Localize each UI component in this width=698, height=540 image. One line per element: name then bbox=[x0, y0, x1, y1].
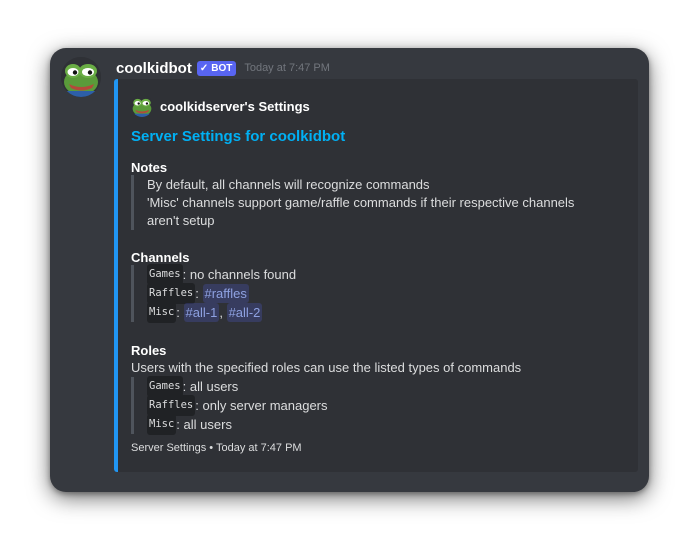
channel-row-games: Games: no channels found bbox=[147, 264, 297, 285]
all-1-channel-mention[interactable]: #all-1 bbox=[183, 303, 220, 322]
message-card: coolkidbot ✓ BOT Today at 7:47 PM coolki… bbox=[50, 48, 649, 492]
bot-badge: ✓ BOT bbox=[196, 60, 237, 76]
notes-line: By default, all channels will recognize … bbox=[147, 177, 430, 192]
roles-quote: Games: all users Raffles: only server ma… bbox=[131, 376, 328, 435]
channel-row-misc: Misc: #all-1, #all-2 bbox=[147, 302, 296, 323]
bot-avatar[interactable] bbox=[61, 57, 101, 97]
role-row-games: Games: all users bbox=[147, 376, 328, 397]
games-code-label: Games bbox=[147, 376, 183, 397]
bot-badge-label: BOT bbox=[211, 62, 233, 74]
games-channel-value: no channels found bbox=[189, 267, 297, 282]
games-role-value: all users bbox=[189, 379, 239, 394]
misc-code-label: Misc bbox=[147, 302, 177, 323]
misc-role-value: all users bbox=[183, 417, 232, 432]
pepe-frog-icon bbox=[61, 57, 101, 97]
roles-field-name: Roles bbox=[131, 343, 167, 358]
verified-check-icon: ✓ bbox=[199, 62, 209, 74]
embed-title[interactable]: Server Settings for coolkidbot bbox=[131, 128, 345, 145]
roles-description: Users with the specified roles can use t… bbox=[131, 360, 522, 375]
role-row-raffles: Raffles: only server managers bbox=[147, 395, 328, 416]
embed-footer: Server Settings • Today at 7:47 PM bbox=[131, 442, 302, 454]
message-timestamp[interactable]: Today at 7:47 PM bbox=[244, 62, 330, 74]
notes-quote: By default, all channels will recognize … bbox=[131, 175, 574, 230]
message-header: coolkidbot ✓ BOT Today at 7:47 PM bbox=[116, 57, 330, 79]
role-row-misc: Misc: all users bbox=[147, 414, 328, 435]
username[interactable]: coolkidbot bbox=[116, 60, 192, 77]
games-code-label: Games bbox=[147, 264, 183, 285]
embed-author: coolkidserver's Settings bbox=[131, 95, 310, 117]
channels-field-name: Channels bbox=[131, 250, 190, 265]
all-2-channel-mention[interactable]: #all-2 bbox=[226, 303, 263, 322]
settings-embed: coolkidserver's Settings Server Settings… bbox=[114, 79, 638, 472]
raffles-channel-mention[interactable]: #raffles bbox=[202, 284, 249, 303]
notes-line: aren't setup bbox=[147, 213, 215, 228]
notes-line: 'Misc' channels support game/raffle comm… bbox=[147, 195, 575, 210]
channels-quote: Games: no channels found Raffles: #raffl… bbox=[131, 264, 297, 323]
raffles-code-label: Raffles bbox=[147, 395, 196, 416]
raffles-role-value: only server managers bbox=[202, 398, 328, 413]
author-avatar-icon bbox=[131, 95, 153, 117]
misc-code-label: Misc bbox=[147, 414, 177, 435]
embed-author-name: coolkidserver's Settings bbox=[160, 98, 310, 114]
notes-field-name: Notes bbox=[131, 160, 168, 175]
channel-row-raffles: Raffles: #raffles bbox=[147, 283, 296, 304]
raffles-code-label: Raffles bbox=[147, 283, 196, 304]
